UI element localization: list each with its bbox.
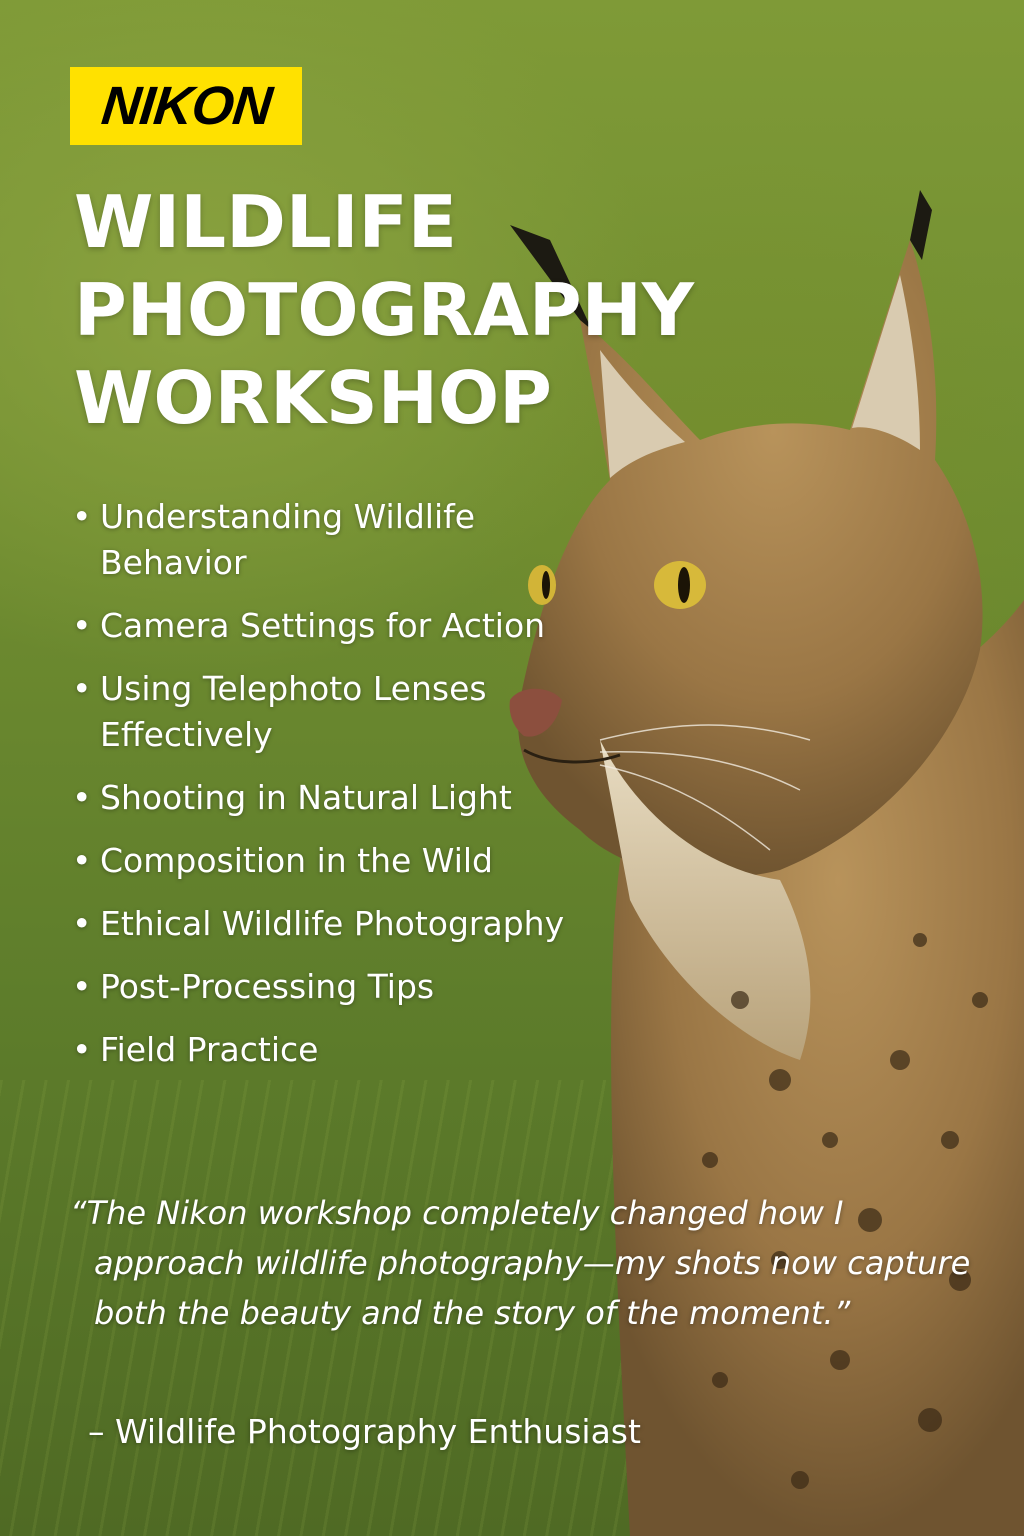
title-line-3: WORKSHOP [74,356,552,440]
topic-label: Using Telephoto Lenses Effectively [100,669,487,754]
topic-label: Camera Settings for Action [100,606,546,645]
title-line-1: WILDLIFE [74,180,457,264]
topic-label: Understanding Wildlife Behavior [100,497,476,582]
list-item: Post-Processing Tips [72,964,632,1010]
topic-label: Field Practice [100,1030,319,1069]
page-title: WILDLIFE PHOTOGRAPHY WORKSHOP [74,178,694,442]
topic-label: Ethical Wildlife Photography [100,904,565,943]
list-item: Composition in the Wild [72,838,632,884]
list-item: Camera Settings for Action [72,603,632,649]
topic-label: Post-Processing Tips [100,967,435,1006]
topic-label: Composition in the Wild [100,841,493,880]
logo-text: NIKON [98,76,274,136]
testimonial-quote: “The Nikon workshop completely changed h… [70,1194,971,1332]
list-item: Field Practice [72,1027,632,1073]
testimonial-attribution: – Wildlife Photography Enthusiast [88,1412,641,1451]
title-line-2: PHOTOGRAPHY [74,268,694,352]
list-item: Ethical Wildlife Photography [72,901,632,947]
topic-list: Understanding Wildlife Behavior Camera S… [72,494,632,1090]
topic-label: Shooting in Natural Light [100,778,512,817]
list-item: Understanding Wildlife Behavior [72,494,632,586]
nikon-logo: NIKON [70,67,302,145]
list-item: Using Telephoto Lenses Effectively [72,666,632,758]
list-item: Shooting in Natural Light [72,775,632,821]
